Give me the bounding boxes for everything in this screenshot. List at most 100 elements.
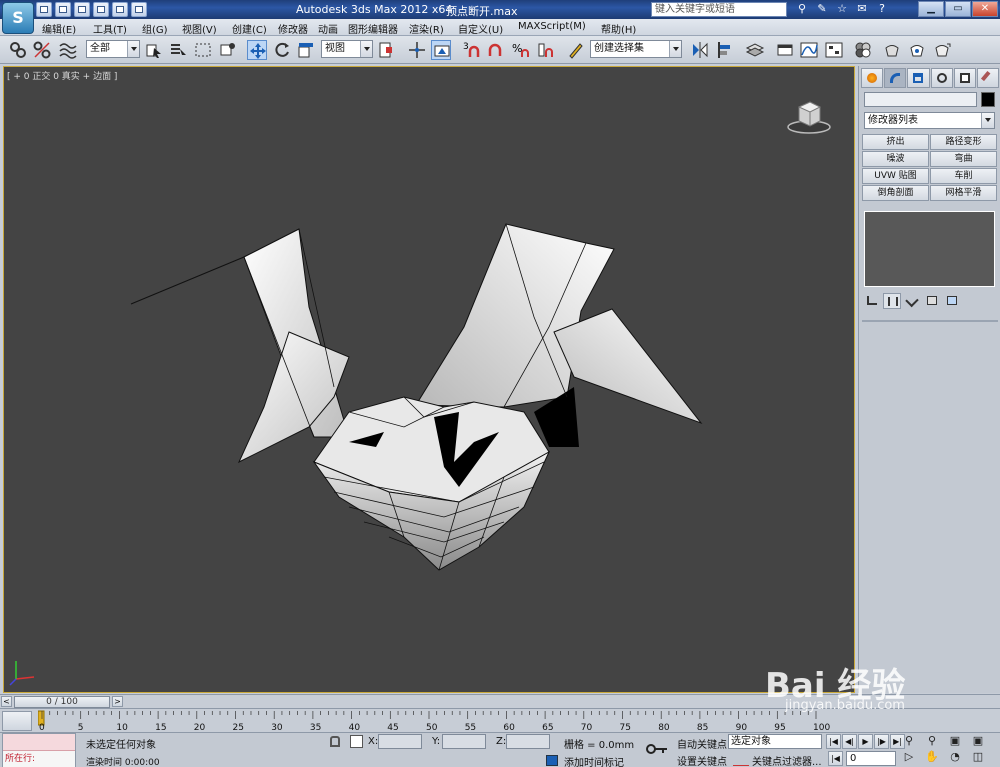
curve-editor-icon[interactable] xyxy=(799,40,819,60)
add-time-tag-button[interactable]: 添加时间标记 xyxy=(564,754,624,767)
rendered-frame-window-icon[interactable] xyxy=(907,40,927,60)
rectangular-selection-icon[interactable] xyxy=(193,40,213,60)
extrude-button[interactable]: 挤出 xyxy=(862,134,929,150)
configure-modifier-sets-icon[interactable] xyxy=(943,293,961,309)
zoom-icon[interactable]: ⚲ xyxy=(900,734,918,749)
pin-stack-icon[interactable] xyxy=(863,293,881,309)
help-search-input[interactable]: 键入关键字或短语 xyxy=(651,2,787,17)
set-key-icon[interactable] xyxy=(645,741,669,757)
auto-key-button[interactable]: 自动关键点 xyxy=(677,736,727,751)
quick-access-dropdown-icon[interactable] xyxy=(131,2,147,17)
select-and-scale-icon[interactable] xyxy=(296,40,316,60)
open-file-icon[interactable] xyxy=(55,2,71,17)
spinner-snap-icon[interactable] xyxy=(536,40,556,60)
open-mini-curve-editor-icon[interactable] xyxy=(2,711,32,731)
meshsmooth-button[interactable]: 网格平滑 xyxy=(930,185,997,201)
menu-edit[interactable]: 编辑(E) xyxy=(42,21,76,36)
next-frame-icon[interactable]: |▶ xyxy=(874,734,889,749)
minimize-button[interactable]: ▁ xyxy=(918,1,944,17)
select-and-manipulate-icon[interactable] xyxy=(407,40,427,60)
angle-snap-icon[interactable] xyxy=(486,40,506,60)
select-object-icon[interactable] xyxy=(144,40,164,60)
modifier-list-select[interactable]: 修改器列表 xyxy=(864,112,995,129)
paper-crane-model[interactable] xyxy=(4,67,855,693)
undo-icon[interactable] xyxy=(93,2,109,17)
menu-group[interactable]: 组(G) xyxy=(142,21,168,36)
tools-icon[interactable]: ✎ xyxy=(815,2,829,16)
restore-button[interactable]: ▭ xyxy=(945,1,971,17)
time-slider-thumb[interactable]: 0 / 100 xyxy=(14,696,110,708)
render-setup-icon[interactable] xyxy=(882,40,902,60)
new-file-icon[interactable] xyxy=(36,2,52,17)
z-coord-field[interactable] xyxy=(506,734,550,749)
modify-tab-icon[interactable] xyxy=(884,68,907,88)
maxscript-input[interactable] xyxy=(3,734,75,751)
path-deform-button[interactable]: 路径变形 xyxy=(930,134,997,150)
display-tab-icon[interactable] xyxy=(953,68,976,88)
schematic-view-icon[interactable] xyxy=(824,40,844,60)
app-logo-icon[interactable]: S xyxy=(2,2,34,34)
pivot-center-icon[interactable] xyxy=(377,40,397,60)
window-crossing-icon[interactable] xyxy=(218,40,238,60)
binoculars-icon[interactable]: ⚲ xyxy=(795,2,809,16)
menu-modifiers[interactable]: 修改器 xyxy=(278,21,308,36)
menu-tools[interactable]: 工具(T) xyxy=(93,21,127,36)
communication-icon[interactable]: ✉ xyxy=(855,2,869,16)
current-frame-field[interactable]: 0 xyxy=(846,751,896,766)
mirror-icon[interactable] xyxy=(690,40,710,60)
noise-button[interactable]: 噪波 xyxy=(862,151,929,167)
bind-space-warp-icon[interactable] xyxy=(58,40,78,60)
graphite-modeling-icon[interactable] xyxy=(775,40,795,60)
motion-tab-icon[interactable] xyxy=(930,68,953,88)
frame-ruler[interactable]: 0 5 10 15 20 25 30 35 40 45 50 55 60 65 70 75 80 85 90 95 10… xyxy=(38,709,858,733)
previous-frame-icon[interactable]: ◀| xyxy=(842,734,857,749)
make-unique-icon[interactable] xyxy=(903,293,921,309)
menu-help[interactable]: 帮助(H) xyxy=(601,21,636,36)
zoom-extents-all-icon[interactable]: ▣ xyxy=(969,734,987,749)
go-to-start-icon[interactable]: |◀ xyxy=(826,734,841,749)
snap-toggle-icon[interactable]: 3 xyxy=(462,40,482,60)
maximize-viewport-icon[interactable]: ◫ xyxy=(969,750,987,765)
keyboard-shortcut-override-icon[interactable] xyxy=(431,40,451,60)
time-slider-prev-button[interactable]: < xyxy=(1,696,12,707)
percent-snap-icon[interactable]: % xyxy=(511,40,531,60)
menu-rendering[interactable]: 渲染(R) xyxy=(409,21,444,36)
align-icon[interactable] xyxy=(715,40,735,60)
perspective-viewport[interactable]: [ + 0 正交 0 真实 + 边面 ] xyxy=(3,66,855,693)
zoom-all-icon[interactable]: ⚲ xyxy=(923,734,941,749)
render-production-icon[interactable] xyxy=(932,40,952,60)
select-and-rotate-icon[interactable] xyxy=(272,40,292,60)
key-filters-button[interactable]: 关键点过滤器... xyxy=(752,753,822,767)
absolute-mode-icon[interactable] xyxy=(350,735,363,748)
select-by-name-icon[interactable] xyxy=(168,40,188,60)
modifier-stack-view[interactable] xyxy=(864,211,995,287)
object-color-swatch[interactable] xyxy=(981,92,995,107)
close-button[interactable]: ✕ xyxy=(972,1,998,17)
remove-modifier-icon[interactable] xyxy=(923,293,941,309)
menu-create[interactable]: 创建(C) xyxy=(232,21,267,36)
redo-icon[interactable] xyxy=(112,2,128,17)
create-tab-icon[interactable] xyxy=(861,68,884,88)
play-icon[interactable]: ▶ xyxy=(858,734,873,749)
menu-graph-editors[interactable]: 图形编辑器 xyxy=(348,21,398,36)
select-and-move-icon[interactable] xyxy=(247,40,267,60)
key-mode-toggle-icon[interactable]: |◀ xyxy=(828,751,843,766)
field-of-view-icon[interactable]: ▷ xyxy=(900,750,918,765)
bend-button[interactable]: 弯曲 xyxy=(930,151,997,167)
menu-maxscript[interactable]: MAXScript(M) xyxy=(518,21,586,32)
link-icon[interactable] xyxy=(8,40,28,60)
maxscript-listener[interactable]: 所在行: xyxy=(2,733,76,767)
help-icon[interactable]: ? xyxy=(875,2,889,16)
orbit-icon[interactable]: ◔ xyxy=(946,750,964,765)
named-selection-select[interactable]: 创建选择集 xyxy=(590,40,682,58)
favorites-icon[interactable]: ☆ xyxy=(835,2,849,16)
show-end-result-icon[interactable] xyxy=(883,293,901,309)
y-coord-field[interactable] xyxy=(442,734,486,749)
menu-animation[interactable]: 动画 xyxy=(318,21,338,36)
material-editor-icon[interactable] xyxy=(853,40,873,60)
key-selection-set-select[interactable]: 选定对象 xyxy=(728,734,822,749)
lock-selection-icon[interactable] xyxy=(330,736,340,747)
set-key-button[interactable]: 设置关键点 xyxy=(677,753,727,767)
time-slider-next-button[interactable]: > xyxy=(112,696,123,707)
menu-views[interactable]: 视图(V) xyxy=(182,21,217,36)
